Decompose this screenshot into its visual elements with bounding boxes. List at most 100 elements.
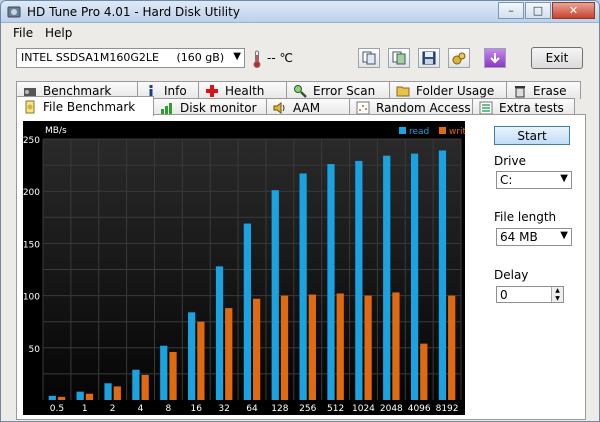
extra-tests-icon [479, 101, 493, 115]
x-tick-label: 4 [138, 404, 144, 414]
magnifier-icon [293, 84, 307, 98]
x-tick-label: 2 [110, 404, 116, 414]
x-tick-label: 256 [299, 404, 316, 414]
bar-read [215, 266, 224, 400]
options-button[interactable] [448, 48, 470, 68]
x-tick-label: 4096 [408, 404, 431, 414]
title-bar[interactable]: HD Tune Pro 4.01 - Hard Disk Utility – □… [1, 1, 599, 23]
toolbar: INTEL SSDSA1M160G2LE (160 gB) ▼ -- ℃ Exi… [1, 43, 599, 75]
bar-read [438, 150, 447, 400]
tab-label: Health [225, 83, 265, 98]
bar-read [327, 164, 335, 400]
x-tick-label: 8 [166, 404, 172, 414]
tab-folder-usage[interactable]: Folder Usage [389, 81, 507, 99]
tab-label: Extra tests [499, 100, 564, 115]
chevron-down-icon: ▼ [560, 173, 568, 184]
tab-label: Disk monitor [180, 100, 257, 115]
delay-label: Delay [494, 268, 529, 282]
bar-write [448, 295, 456, 400]
bar-read [48, 395, 56, 400]
bar-write [225, 308, 233, 400]
legend-label-read: read [409, 127, 429, 137]
bar-write [392, 292, 400, 400]
start-button[interactable]: Start [494, 126, 570, 145]
x-tick-label: 8192 [436, 404, 459, 414]
minimize-button[interactable]: – [498, 2, 524, 19]
spin-up-icon[interactable]: ▲ [551, 287, 563, 295]
exit-button[interactable]: Exit [531, 47, 583, 69]
y-tick-label: 250 [23, 136, 40, 146]
tab-label: Random Access [376, 100, 471, 115]
y-tick-label: 50 [29, 345, 41, 355]
tab-health[interactable]: Health [198, 81, 287, 99]
bar-write [85, 393, 94, 400]
bar-read [383, 155, 391, 400]
drive-select[interactable]: INTEL SSDSA1M160G2LE (160 gB) ▼ [16, 48, 245, 68]
speaker-icon [273, 101, 287, 115]
drive-label: Drive [494, 154, 526, 168]
x-tick-label: 128 [271, 404, 288, 414]
random-access-icon [356, 101, 370, 115]
copy-screenshot-icon [392, 51, 406, 65]
bar-read [188, 312, 196, 400]
y-axis-label: MB/s [45, 126, 67, 136]
legend-swatch-read [399, 127, 406, 134]
bar-write [280, 295, 289, 400]
drive-size: (160 gB) [176, 51, 225, 64]
tab-erase[interactable]: Erase [506, 81, 581, 99]
copy-screenshot-button[interactable] [388, 48, 410, 68]
y-tick-label: 150 [23, 240, 40, 250]
x-tick-label: 512 [327, 404, 344, 414]
spin-down-icon[interactable]: ▼ [551, 294, 563, 302]
options-icon [452, 52, 466, 65]
window-title: HD Tune Pro 4.01 - Hard Disk Utility [27, 5, 240, 19]
menu-help[interactable]: Help [45, 26, 72, 40]
bar-write [253, 298, 261, 400]
bar-read [299, 173, 307, 400]
bar-read [410, 153, 419, 400]
bar-read [160, 345, 168, 400]
x-tick-label: 0.5 [50, 404, 64, 414]
file-length-label: File length [494, 210, 557, 224]
download-button[interactable] [484, 48, 506, 68]
app-icon [7, 6, 21, 18]
file-length-value: 64 MB [500, 230, 538, 244]
drive-dropdown[interactable]: C: ▼ [496, 171, 572, 189]
legend-swatch-write [439, 127, 446, 134]
copy-text-icon [362, 51, 376, 65]
disk-monitor-icon [160, 101, 174, 115]
benchmark-chart: 50 100 150 200 250 MB/s 0.5 1 2 4 8 16 32 64 128 256 512… [23, 121, 465, 415]
file-length-dropdown[interactable]: 64 MB ▼ [496, 228, 572, 246]
maximize-button[interactable]: □ [525, 2, 551, 19]
x-tick-label: 64 [246, 404, 258, 414]
bar-write [113, 386, 121, 400]
bar-read [76, 391, 84, 400]
tab-label: Info [164, 83, 187, 98]
bar-write [169, 351, 177, 400]
bar-write [197, 321, 205, 400]
bar-write [57, 396, 66, 400]
bar-read [132, 369, 140, 400]
close-button[interactable]: ✕ [552, 2, 595, 19]
tab-label: Erase [533, 83, 567, 98]
legend-label-write: write [449, 127, 465, 137]
drive-name: INTEL SSDSA1M160G2LE [21, 51, 159, 64]
y-tick-label: 200 [23, 188, 40, 198]
tab-label: Folder Usage [416, 83, 495, 98]
menu-file[interactable]: File [13, 26, 33, 40]
download-icon [490, 53, 500, 64]
x-tick-label: 1024 [352, 404, 375, 414]
app-window: HD Tune Pro 4.01 - Hard Disk Utility – □… [0, 0, 600, 422]
bar-read [243, 223, 251, 400]
tab-label: AAM [293, 100, 321, 115]
bar-read [355, 160, 363, 400]
thermometer-icon [253, 50, 261, 68]
tab-file-benchmark[interactable]: File Benchmark [16, 96, 154, 116]
delay-spinner[interactable]: 0 ▲ ▼ [496, 286, 564, 303]
save-button[interactable] [418, 48, 440, 68]
temperature-readout: -- ℃ [267, 51, 293, 65]
x-tick-label: 1 [82, 404, 88, 414]
tab-error-scan[interactable]: Error Scan [286, 81, 390, 99]
chevron-down-icon: ▼ [560, 230, 568, 241]
copy-text-button[interactable] [358, 48, 380, 68]
